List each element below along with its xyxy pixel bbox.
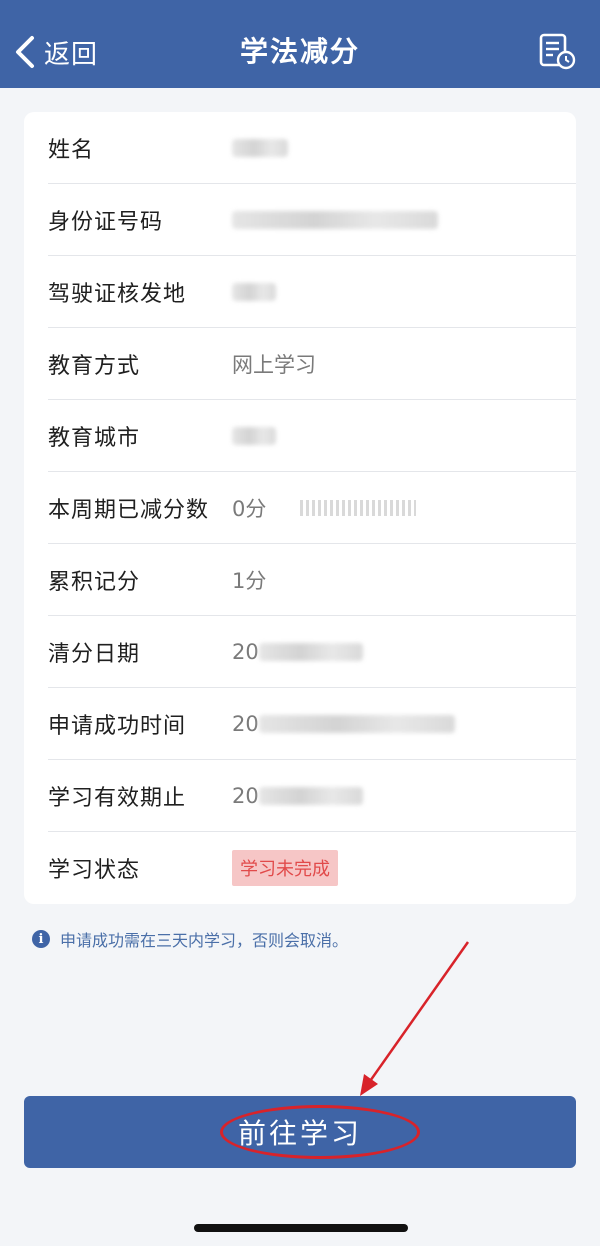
document-clock-icon[interactable] (538, 32, 576, 70)
row-reduced-points: 本周期已减分数 0分 (48, 472, 576, 544)
screen: 返回 学法减分 姓名 身份证号码 驾驶证核发地 教育方式 网上学习 教育城市 本… (0, 0, 600, 1246)
license-place-value (232, 282, 276, 301)
home-indicator[interactable] (194, 1224, 408, 1232)
apply-time-value: 20 (232, 712, 455, 736)
row-license-place: 驾驶证核发地 (48, 256, 576, 328)
name-label: 姓名 (48, 137, 95, 163)
row-study-status: 学习状态 学习未完成 (48, 832, 576, 904)
page-title: 学法减分 (239, 35, 360, 68)
accum-value: 1分 (232, 568, 267, 593)
accum-label: 累积记分 (48, 569, 141, 595)
reduced-label: 本周期已减分数 (48, 497, 210, 523)
status-badge: 学习未完成 (232, 850, 338, 886)
go-study-button[interactable]: 前往学习 (24, 1096, 576, 1168)
row-apply-time: 申请成功时间 20 (48, 688, 576, 760)
valid-until-value: 20 (232, 784, 363, 808)
clear-date-prefix: 20 (232, 639, 259, 664)
row-edu-city: 教育城市 (48, 400, 576, 472)
row-clear-date: 清分日期 20 (48, 616, 576, 688)
row-name: 姓名 (48, 112, 576, 184)
go-study-label: 前往学习 (237, 1117, 362, 1150)
edu-city-value (232, 426, 276, 445)
row-edu-mode: 教育方式 网上学习 (48, 328, 576, 400)
valid-until-redacted (258, 786, 363, 805)
row-accum-points: 累积记分 1分 (48, 544, 576, 616)
row-valid-until: 学习有效期止 20 (48, 760, 576, 832)
info-card: 姓名 身份证号码 驾驶证核发地 教育方式 网上学习 教育城市 本周期已减分数 0… (24, 112, 576, 904)
id-value (232, 210, 438, 229)
edu-mode-value: 网上学习 (232, 352, 316, 377)
row-id-number: 身份证号码 (48, 184, 576, 256)
apply-time-redacted (258, 714, 455, 733)
valid-until-label: 学习有效期止 (48, 785, 187, 811)
annotation-arrow-icon (360, 941, 470, 1096)
edu-city-label: 教育城市 (48, 425, 141, 451)
clear-date-value: 20 (232, 640, 363, 664)
name-value (232, 138, 288, 157)
clear-date-label: 清分日期 (48, 641, 141, 667)
status-label: 学习状态 (48, 858, 141, 883)
redacted-stripes (300, 499, 417, 516)
id-label: 身份证号码 (48, 209, 164, 235)
notice: i 申请成功需在三天内学习，否则会取消。 (32, 927, 348, 951)
reduced-value-text: 0分 (232, 496, 267, 521)
info-icon: i (32, 930, 50, 948)
status-value: 学习未完成 (232, 850, 338, 886)
reduced-value: 0分 (232, 493, 417, 523)
apply-time-prefix: 20 (232, 711, 259, 736)
clear-date-redacted (258, 642, 363, 661)
notice-text: 申请成功需在三天内学习，否则会取消。 (60, 931, 349, 950)
edu-mode-label: 教育方式 (48, 353, 141, 379)
apply-time-label: 申请成功时间 (48, 713, 187, 739)
license-place-label: 驾驶证核发地 (48, 281, 187, 307)
valid-until-prefix: 20 (232, 783, 259, 808)
nav-bar: 返回 学法减分 (0, 0, 600, 88)
